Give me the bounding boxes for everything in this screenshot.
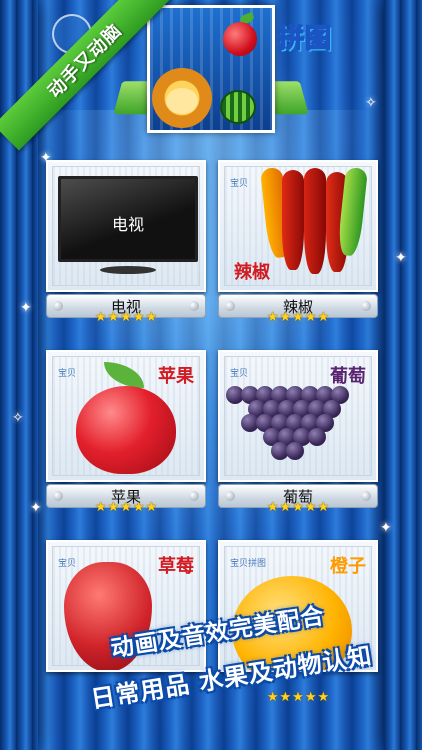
header-featured-image: [147, 5, 275, 133]
grape-icon: [226, 386, 356, 480]
rating-stars: ★ ★ ★ ★ ★: [84, 310, 168, 326]
star-icon: ★: [107, 500, 120, 515]
star-icon: ★: [266, 310, 279, 325]
pepper-icon: [282, 170, 304, 270]
star-icon: ★: [94, 310, 107, 325]
sparkle-icon: ✦: [30, 500, 42, 516]
star-icon: ★: [132, 310, 145, 325]
star-icon: ★: [304, 690, 317, 705]
star-icon: ★: [292, 690, 304, 705]
star-icon: ★: [317, 690, 330, 705]
pepper-icon: [304, 168, 326, 274]
star-icon: ★: [304, 310, 317, 325]
star-icon: ★: [94, 500, 107, 515]
star-icon: ★: [292, 310, 304, 325]
sparkle-icon: ✦: [380, 520, 392, 536]
star-icon: ★: [279, 500, 292, 515]
puzzle-card-tv[interactable]: 电视: [46, 160, 206, 292]
star-icon: ★: [266, 690, 279, 705]
star-icon: ★: [107, 310, 120, 325]
puzzle-card-pepper[interactable]: 宝贝 辣椒: [218, 160, 378, 292]
star-icon: ★: [292, 500, 304, 515]
rating-stars: ★ ★ ★ ★ ★: [256, 310, 340, 326]
card-image-word: 橙子: [330, 556, 366, 577]
rating-stars: ★ ★ ★ ★ ★: [256, 500, 340, 516]
rating-stars: ★ ★ ★ ★ ★: [256, 690, 340, 706]
star-icon: ★: [145, 310, 158, 325]
apple-icon: [223, 22, 257, 56]
star-icon: ★: [266, 500, 279, 515]
puzzle-card-apple[interactable]: 宝贝 苹果: [46, 350, 206, 482]
tv-icon: 电视: [58, 176, 198, 262]
star-icon: ★: [132, 500, 145, 515]
star-icon: ★: [145, 500, 158, 515]
star-icon: ★: [279, 690, 292, 705]
star-icon: ★: [317, 500, 330, 515]
app-title-fragment: 拼图: [277, 23, 333, 55]
card-brand: 宝贝拼图: [230, 559, 267, 569]
star-icon: ★: [120, 500, 132, 515]
card-brand: 宝贝: [58, 559, 77, 569]
star-icon: ★: [279, 310, 292, 325]
card-brand: 宝贝: [230, 369, 249, 379]
sparkle-icon: ✧: [12, 410, 24, 426]
star-icon: ★: [120, 310, 132, 325]
star-icon: ★: [317, 310, 330, 325]
card-image-word: 苹果: [158, 366, 194, 387]
sparkle-icon: ✦: [20, 300, 32, 316]
card-brand: 宝贝: [58, 369, 77, 379]
sparkle-icon: ✧: [365, 95, 377, 111]
rating-stars: ★ ★ ★ ★ ★: [84, 500, 168, 516]
lion-icon: [152, 68, 212, 128]
card-image-word: 辣椒: [234, 262, 270, 283]
card-image-word: 葡萄: [330, 366, 366, 387]
puzzle-card-grape[interactable]: 宝贝 葡萄: [218, 350, 378, 482]
grape-berry: [308, 428, 326, 446]
sparkle-icon: ✦: [395, 250, 407, 266]
grape-berry: [286, 442, 304, 460]
card-image-word: 草莓: [158, 556, 194, 577]
card-brand: 宝贝: [230, 179, 249, 189]
star-icon: ★: [304, 500, 317, 515]
watermelon-icon: [220, 90, 256, 124]
tv-stand: [100, 266, 156, 274]
apple-icon: [76, 386, 176, 474]
